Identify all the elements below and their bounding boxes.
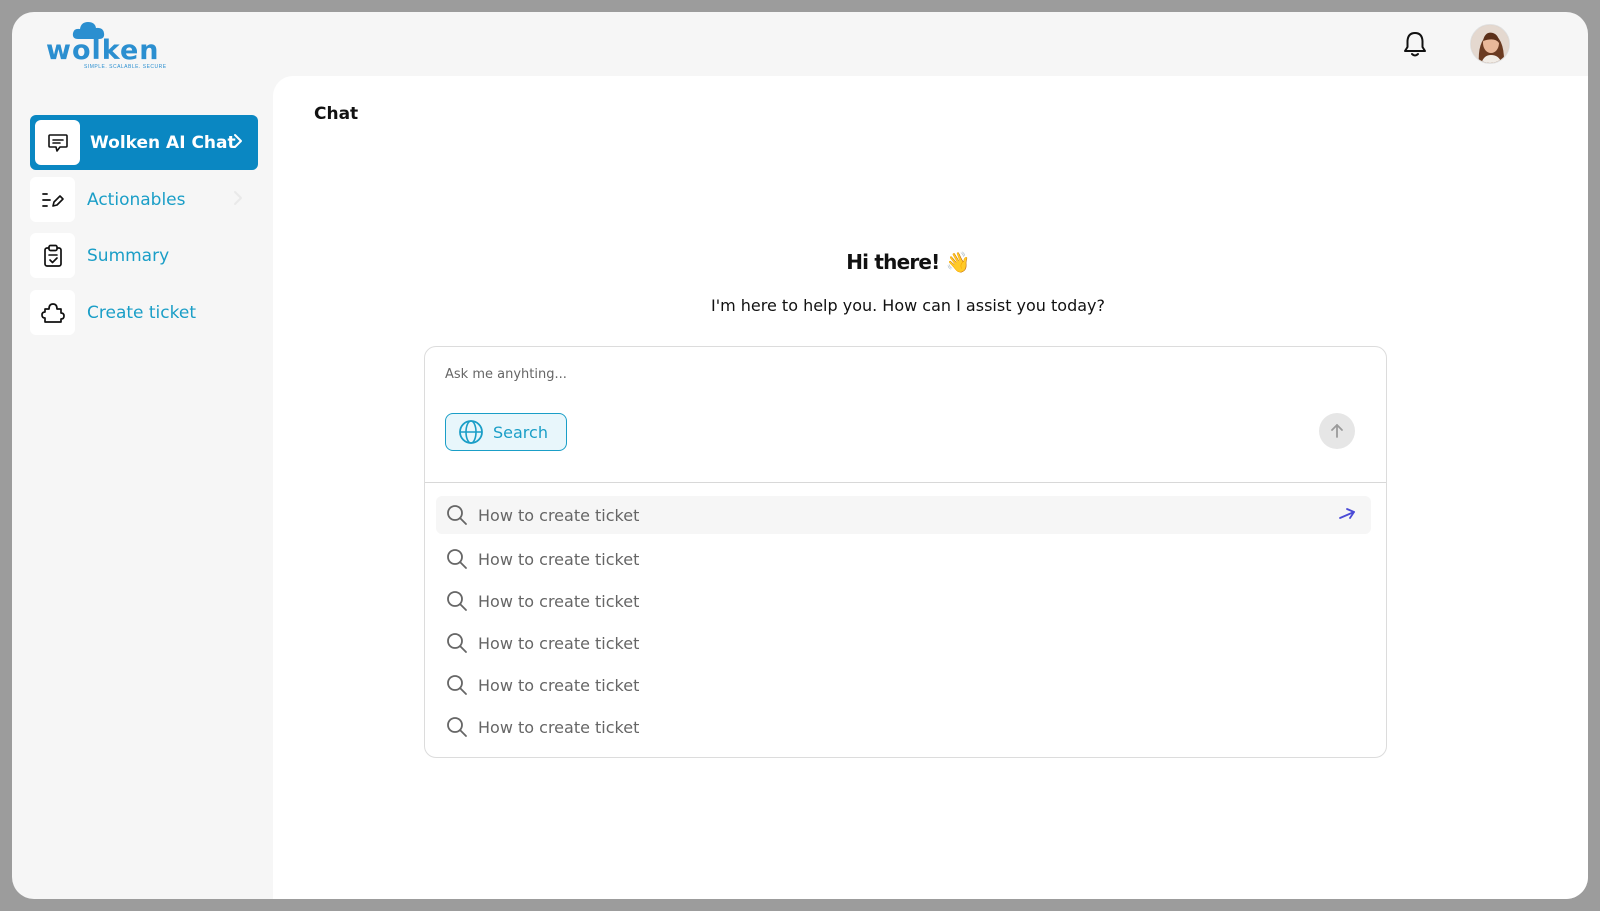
nav-icon-box [30,233,75,278]
greeting-subtitle: I'm here to help you. How can I assist y… [710,296,1106,315]
sidebar-item-label: Actionables [87,189,186,210]
search-icon [447,549,467,569]
logo-tagline: SIMPLE. SCALABLE. SECURE [84,64,167,70]
bell-icon [1404,32,1426,57]
suggestion-text: How to create ticket [478,591,640,611]
suggestion-text: How to create ticket [478,505,640,525]
nav-icon-box [30,177,75,222]
search-button-label: Search [493,422,548,442]
search-icon [447,633,467,653]
suggestion-item[interactable]: How to create ticket [436,539,1371,579]
search-icon [447,717,467,737]
chevron-right-icon [234,134,242,148]
page-title: Chat [314,104,359,124]
sidebar-item-label: Summary [87,245,170,266]
app-window: wolken SIMPLE. SCALABLE. SECURE Wolken A… [12,12,1588,899]
suggestion-item[interactable]: How to create ticket [436,665,1371,705]
list-edit-icon [41,192,64,207]
search-icon [447,505,467,525]
waving-hand-icon: 👋 [945,250,971,274]
suggestion-text: How to create ticket [478,549,640,569]
chat-bubble-icon [47,133,68,152]
suggestion-item[interactable]: How to create ticket [436,496,1371,534]
chevron-right-icon [234,191,242,205]
composer-divider [425,482,1386,483]
sidebar-item-actionables[interactable]: Actionables [30,172,258,227]
suggestion-text: How to create ticket [478,633,640,653]
send-button[interactable] [1319,413,1355,449]
arrow-up-right-icon[interactable] [1337,506,1357,524]
search-icon [447,675,467,695]
search-icon [447,591,467,611]
chat-composer: Search How to create ticket [424,346,1387,758]
arrow-up-icon [1331,424,1343,438]
notification-button[interactable] [1402,30,1428,60]
greeting-text: Hi there! [846,250,940,274]
suggestion-item[interactable]: How to create ticket [436,581,1371,621]
globe-icon [459,420,483,444]
suggestion-list: How to create ticket How to create ticke… [436,496,1371,749]
avatar-image [1471,25,1509,63]
nav-icon-box [30,290,75,335]
sidebar-item-summary[interactable]: Summary [30,228,258,283]
sidebar-item-label: Create ticket [87,302,196,323]
suggestion-item[interactable]: How to create ticket [436,707,1371,747]
greeting: Hi there! 👋 [273,250,1543,274]
logo-wordmark: wolken [46,35,160,66]
sidebar-item-create-ticket[interactable]: Create ticket [30,285,258,340]
nav-icon-box [35,120,80,165]
web-search-toggle[interactable]: Search [445,413,567,451]
sidebar-item-wolken-ai-chat[interactable]: Wolken AI Chat [30,115,258,170]
user-avatar[interactable] [1470,24,1510,64]
chat-input[interactable] [445,363,1145,385]
sidebar-item-label: Wolken AI Chat [90,132,236,153]
wolken-logo[interactable]: wolken SIMPLE. SCALABLE. SECURE [46,20,166,72]
clipboard-check-icon [43,244,62,267]
suggestion-text: How to create ticket [478,717,640,737]
suggestion-item[interactable]: How to create ticket [436,623,1371,663]
main-panel: Chat Hi there! 👋 I'm here to help you. H… [273,76,1588,899]
suggestion-text: How to create ticket [478,675,640,695]
puzzle-icon [40,302,65,323]
